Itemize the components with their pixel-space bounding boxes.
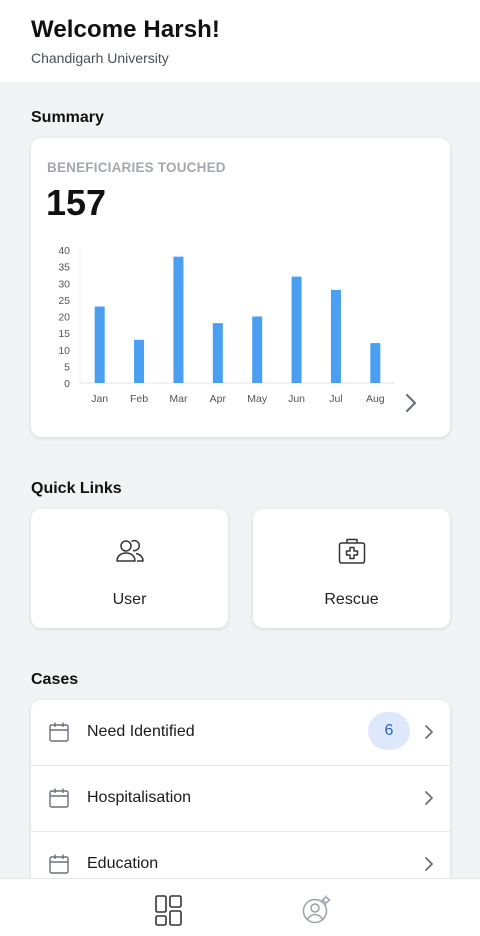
quick-link-user-label: User [112, 591, 147, 608]
calendar-icon [49, 722, 69, 742]
case-label: Hospitalisation [87, 789, 192, 806]
chevron-right-icon [425, 791, 433, 805]
chevron-right-icon[interactable] [399, 391, 423, 415]
bar-feb [134, 339, 145, 383]
users-icon [115, 539, 144, 562]
count-badge: 6 [368, 712, 410, 750]
bar-jan [94, 306, 105, 383]
beneficiaries-bar-chart: 0 5 10 15 20 25 30 35 40 Jan Feb Mar Apr May Jun Jul Aug [58, 245, 395, 405]
organization-name: Chandigarh University [31, 50, 169, 66]
quick-link-user[interactable]: User [31, 509, 228, 628]
x-tick-label: Jan [91, 393, 108, 405]
x-tick-label: Jun [288, 393, 305, 405]
x-tick-label: Aug [366, 393, 385, 405]
x-tick-label: Apr [210, 393, 227, 405]
welcome-title: Welcome Harsh! [31, 16, 221, 43]
bar-jul [330, 289, 341, 383]
cases-section-title: Cases [31, 671, 79, 688]
bar-aug [370, 343, 381, 383]
cases-list: Need Identified 6 Hospitalisation Educat… [31, 700, 450, 878]
quick-link-rescue[interactable]: Rescue [253, 509, 450, 628]
quick-links-section-title: Quick Links [31, 480, 122, 497]
user-settings-icon[interactable] [302, 894, 332, 926]
summary-card: BENEFICIARIES TOUCHED 157 0 5 10 15 20 25 30 35… [31, 138, 450, 437]
chevron-right-icon [425, 725, 433, 739]
quick-link-rescue-label: Rescue [324, 591, 379, 608]
y-tick-label: 25 [58, 295, 70, 307]
case-row-hospitalisation[interactable]: Hospitalisation [31, 766, 450, 832]
x-tick-label: May [247, 393, 268, 405]
x-tick-label: Mar [169, 393, 188, 405]
bar-jun [291, 276, 302, 383]
x-tick-label: Jul [329, 393, 342, 405]
first-aid-kit-icon [338, 538, 365, 564]
case-row-education[interactable]: Education [31, 832, 450, 878]
bar-apr [212, 323, 223, 383]
calendar-icon [49, 788, 69, 808]
case-label: Education [87, 855, 159, 872]
x-tick-label: Feb [130, 393, 148, 405]
y-tick-label: 20 [58, 312, 70, 324]
y-tick-label: 15 [58, 328, 70, 340]
y-tick-label: 10 [58, 345, 70, 357]
summary-section-title: Summary [31, 109, 104, 126]
case-label: Need Identified [87, 723, 195, 740]
y-tick-label: 35 [58, 262, 70, 274]
y-tick-label: 0 [64, 378, 70, 390]
bar-mar [173, 256, 184, 383]
y-tick-label: 5 [64, 361, 70, 373]
y-tick-label: 40 [58, 245, 70, 257]
case-row-need-identified[interactable]: Need Identified 6 [31, 700, 450, 766]
calendar-icon [49, 854, 69, 874]
dashboard-icon[interactable] [154, 894, 184, 926]
app-header: Welcome Harsh! Chandigarh University [0, 0, 480, 82]
y-tick-label: 30 [58, 278, 70, 290]
bar-may [252, 316, 263, 383]
bottom-nav [0, 878, 480, 936]
chevron-right-icon [425, 857, 433, 871]
